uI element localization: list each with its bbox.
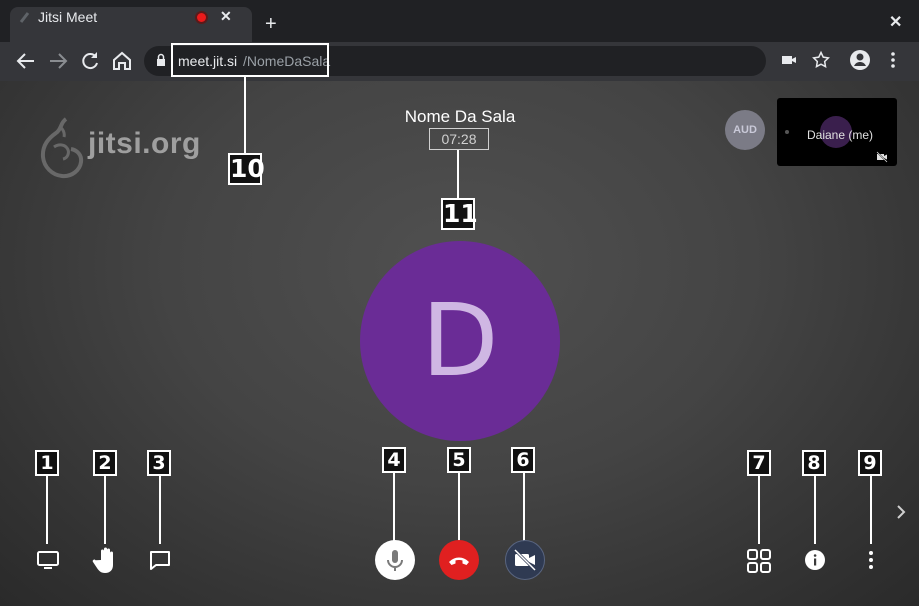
raise-hand-icon[interactable] [92, 545, 120, 575]
self-name-label: Daiane (me) [806, 128, 874, 142]
meeting-timer: 07:28 [429, 128, 489, 150]
callout-label-4: 4 [382, 447, 406, 473]
callout-label-6: 6 [511, 447, 535, 473]
callout-line-10 [244, 77, 246, 153]
microphone-button[interactable] [375, 540, 415, 580]
browser-menu-icon[interactable] [883, 50, 903, 70]
callout-line-3 [159, 474, 161, 544]
profile-icon[interactable] [849, 49, 871, 71]
audio-participant-badge[interactable]: AUD [725, 110, 765, 150]
more-vertical-icon[interactable] [861, 549, 881, 571]
callout-label-3: 3 [147, 450, 171, 476]
callout-label-8: 8 [802, 450, 826, 476]
camera-permission-icon[interactable] [780, 51, 798, 69]
callout-line-7 [758, 474, 760, 544]
tab-close-button[interactable]: ✕ [220, 8, 232, 25]
camera-toggle-button[interactable] [505, 540, 545, 580]
forward-icon[interactable] [46, 49, 70, 73]
callout-label-10: 10 [228, 153, 265, 185]
tab-title: Jitsi Meet [38, 9, 98, 25]
recording-indicator-icon [197, 13, 206, 22]
bookmark-star-icon[interactable] [811, 50, 831, 70]
back-icon[interactable] [14, 49, 38, 73]
info-icon[interactable] [804, 549, 826, 571]
callout-label-1: 1 [35, 450, 59, 476]
screen-share-icon[interactable] [36, 549, 60, 571]
callout-label-9: 9 [858, 450, 882, 476]
callout-label-5: 5 [447, 447, 471, 473]
avatar-initial: D [421, 282, 499, 399]
callout-line-9 [870, 474, 872, 544]
room-name: Nome Da Sala [404, 107, 516, 126]
callout-line-4 [393, 471, 395, 541]
callout-label-7: 7 [747, 450, 771, 476]
favicon-icon [18, 11, 32, 25]
callout-label-11: 11 [441, 198, 478, 230]
self-camera-off-icon [876, 150, 888, 163]
microphone-icon [387, 550, 403, 571]
reload-icon[interactable] [78, 49, 102, 73]
callout-line-6 [523, 471, 525, 541]
callout-label-2: 2 [93, 450, 117, 476]
callout-line-8 [814, 474, 816, 544]
callout-line-2 [104, 474, 106, 544]
hangup-button[interactable] [439, 540, 479, 580]
callout-line-11 [457, 150, 459, 200]
home-icon[interactable] [110, 49, 134, 73]
window-close-button[interactable]: ✕ [889, 12, 902, 32]
hangup-icon [449, 557, 469, 565]
tile-view-icon[interactable] [746, 548, 772, 574]
new-tab-button[interactable]: + [265, 14, 277, 34]
jitsi-logo-icon [40, 117, 86, 186]
callout-line-1 [46, 474, 48, 544]
camera-off-icon [513, 548, 537, 572]
chat-icon[interactable] [148, 549, 172, 571]
callout-line-5 [458, 471, 460, 541]
watermark-text: jitsi.org [88, 127, 201, 160]
chevron-right-icon[interactable] [894, 503, 908, 526]
lock-icon[interactable] [153, 52, 169, 68]
url-highlight-box [171, 43, 329, 77]
